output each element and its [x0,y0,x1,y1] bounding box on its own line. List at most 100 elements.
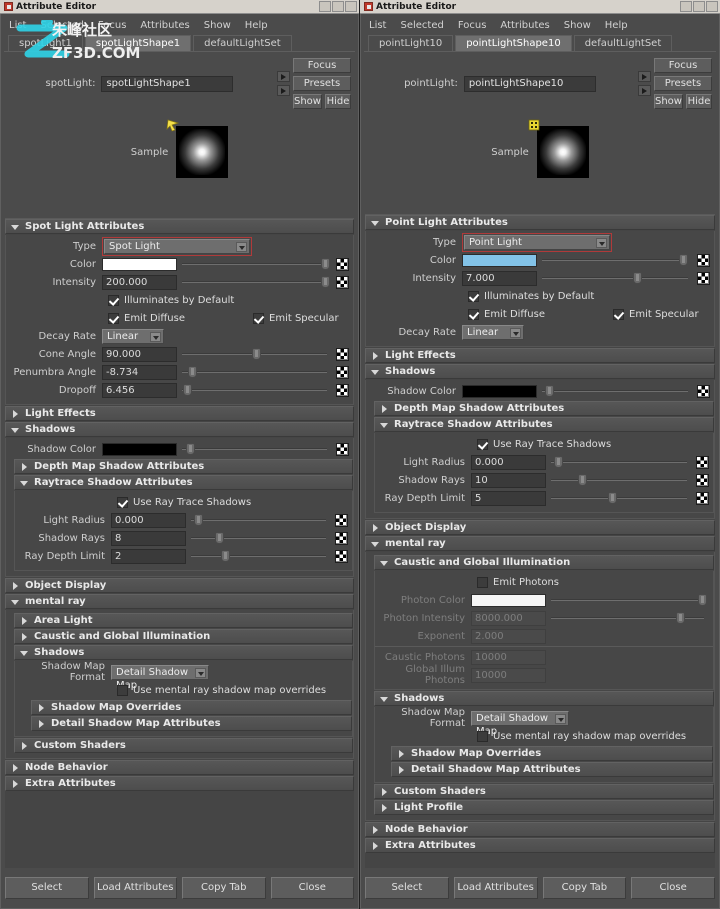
chevron-down-icon[interactable] [370,218,380,228]
color-swatch-shadow-color[interactable] [462,384,537,398]
slider-w0-s2-r0[interactable] [182,442,327,456]
chevron-right-icon[interactable] [10,763,20,773]
checkbox-box[interactable] [468,290,479,302]
checkbox-box[interactable] [117,684,128,696]
attr-checkbox-row-w1-s2-1-r0[interactable]: Use Ray Trace Shadows [375,436,713,452]
chevron-down-icon[interactable] [19,478,29,488]
chevron-down-icon[interactable] [19,648,29,658]
color-swatch-color[interactable] [462,253,537,267]
attr-checkbox-row-w1-s0-r4[interactable]: Emit Diffuse Emit Specular [366,306,714,322]
sample-swatch[interactable] [528,119,589,178]
attr-checkbox-row-w1-s4-0-r0[interactable]: Emit Photons [375,574,713,590]
checkbox-use-ray-trace-shadows[interactable]: Use Ray Trace Shadows [477,438,611,450]
attr-checkbox-row-w0-s0-r4[interactable]: Emit Diffuse Emit Specular [6,310,353,326]
slider-knob[interactable] [187,366,197,378]
section-header-light-profile[interactable]: Light Profile [374,800,714,815]
checkbox-use-mental-ray-shadow-map-overrides[interactable]: Use mental ray shadow map overrides [477,730,686,742]
checkbox-box[interactable] [468,308,479,320]
chevron-down-icon[interactable] [370,539,380,549]
slider-w1-s2-1-r1[interactable] [551,455,687,469]
section-header-light-effects[interactable]: Light Effects [5,406,354,421]
slider-knob[interactable] [632,272,642,284]
section-header-object-display[interactable]: Object Display [365,520,715,535]
slider-knob[interactable] [544,385,554,397]
menu-item-show[interactable]: Show [204,20,231,31]
chevron-right-icon[interactable] [10,409,20,419]
chevron-right-icon[interactable] [370,825,380,835]
dropdown-shadow-map-format[interactable]: Detail Shadow Map [471,710,569,737]
checkbox-emit-diffuse[interactable]: Emit Diffuse [468,308,545,320]
sample-swatch[interactable] [166,119,229,178]
tab-pointLightShape10[interactable]: pointLightShape10 [455,35,572,51]
chevron-down-icon[interactable] [10,222,20,232]
dropdown-decay-rate[interactable]: Linear [462,324,524,340]
tab-defaultLightSet[interactable]: defaultLightSet [193,35,292,51]
footer-button-select[interactable]: Select [5,877,89,899]
node-name-input[interactable]: pointLightShape10 [463,75,596,92]
slider-w0-s2-1-r3[interactable] [191,549,326,563]
checkbox-illuminates-by-default[interactable]: Illuminates by Default [108,294,234,306]
menu-bar[interactable]: List Selected Focus Attributes Show Help [4,17,355,34]
section-header-shadows[interactable]: Shadows [14,645,353,660]
input-dropoff[interactable]: 6.456 [102,382,177,398]
chevron-down-icon[interactable] [510,327,521,338]
slider-w1-s4-0-r2[interactable] [551,611,704,625]
tab-strip[interactable]: spotLight1 spotLightShape1 defaultLightSet [4,34,355,52]
input-global-illum-photons[interactable]: 10000 [471,667,546,683]
dropdown-type[interactable]: Point Light [464,234,610,250]
checkbox-box[interactable] [613,308,625,320]
chevron-right-icon[interactable] [19,616,29,626]
chevron-down-icon[interactable] [370,367,380,377]
input-shadow-rays[interactable]: 8 [111,530,186,546]
slider-w1-s2-1-r3[interactable] [551,491,687,505]
map-button-w1-s2-1-r1[interactable] [696,455,709,469]
section-header-extra-attributes[interactable]: Extra Attributes [365,838,715,853]
slider-w0-s0-r8[interactable] [182,383,327,397]
section-header-custom-shaders[interactable]: Custom Shaders [374,784,714,799]
node-nav-buttons[interactable] [632,58,654,109]
checkbox-box[interactable] [477,576,488,588]
tab-pointLight10[interactable]: pointLight10 [368,35,454,51]
slider-w1-s0-r2[interactable] [542,271,688,285]
footer-button-close[interactable]: Close [270,877,354,899]
slider-knob[interactable] [321,258,331,270]
menu-item-attributes[interactable]: Attributes [140,20,189,31]
attr-checkbox-row-w0-s4-2-r1[interactable]: Use mental ray shadow map overrides [15,682,352,698]
slider-knob[interactable] [608,492,618,504]
checkbox-emit-photons[interactable]: Emit Photons [477,576,559,588]
input-light-radius[interactable]: 0.000 [111,512,186,528]
input-shadow-rays[interactable]: 10 [471,472,546,488]
prev-node-button[interactable] [638,71,651,82]
slider-w1-s0-r1[interactable] [542,253,689,267]
slider-w0-s0-r2[interactable] [182,275,331,289]
checkbox-use-mental-ray-shadow-map-overrides[interactable]: Use mental ray shadow map overrides [117,684,326,696]
slider-w0-s0-r6[interactable] [182,347,327,361]
menu-item-show[interactable]: Show [564,20,591,31]
attribute-scroll-area[interactable]: Spot Light Attributes Type Spot Light Color… [5,218,354,868]
menu-item-help[interactable]: Help [245,20,268,31]
checkbox-box[interactable] [108,294,119,306]
chevron-right-icon[interactable] [370,841,380,851]
show-button[interactable]: Show [654,94,683,109]
menu-item-help[interactable]: Help [605,20,628,31]
node-nav-buttons[interactable] [271,58,293,109]
menu-bar[interactable]: List Selected Focus Attributes Show Help [364,17,716,34]
presets-button[interactable]: Presets [654,76,712,91]
map-button-w0-s2-1-r1[interactable] [335,513,348,527]
chevron-down-icon[interactable] [379,694,389,704]
slider-knob[interactable] [679,254,689,266]
slider-w1-s2-r0[interactable] [542,384,688,398]
checkbox-emit-specular[interactable]: Emit Specular [613,308,699,320]
attr-checkbox-row-w1-s4-1-r1[interactable]: Use mental ray shadow map overrides [375,728,713,744]
prev-node-button[interactable] [277,71,290,82]
close-button[interactable] [706,1,718,12]
chevron-right-icon[interactable] [379,803,389,813]
attr-checkbox-row-w1-s0-r3[interactable]: Illuminates by Default [366,288,714,304]
section-header-depth-map-shadow-attributes[interactable]: Depth Map Shadow Attributes [14,459,353,474]
slider-knob[interactable] [251,348,261,360]
attr-checkbox-row-w0-s2-1-r0[interactable]: Use Ray Trace Shadows [15,494,352,510]
chevron-down-icon[interactable] [555,713,566,724]
chevron-right-icon[interactable] [10,779,20,789]
chevron-right-icon[interactable] [19,741,29,751]
section-header-shadows[interactable]: Shadows [365,364,715,379]
